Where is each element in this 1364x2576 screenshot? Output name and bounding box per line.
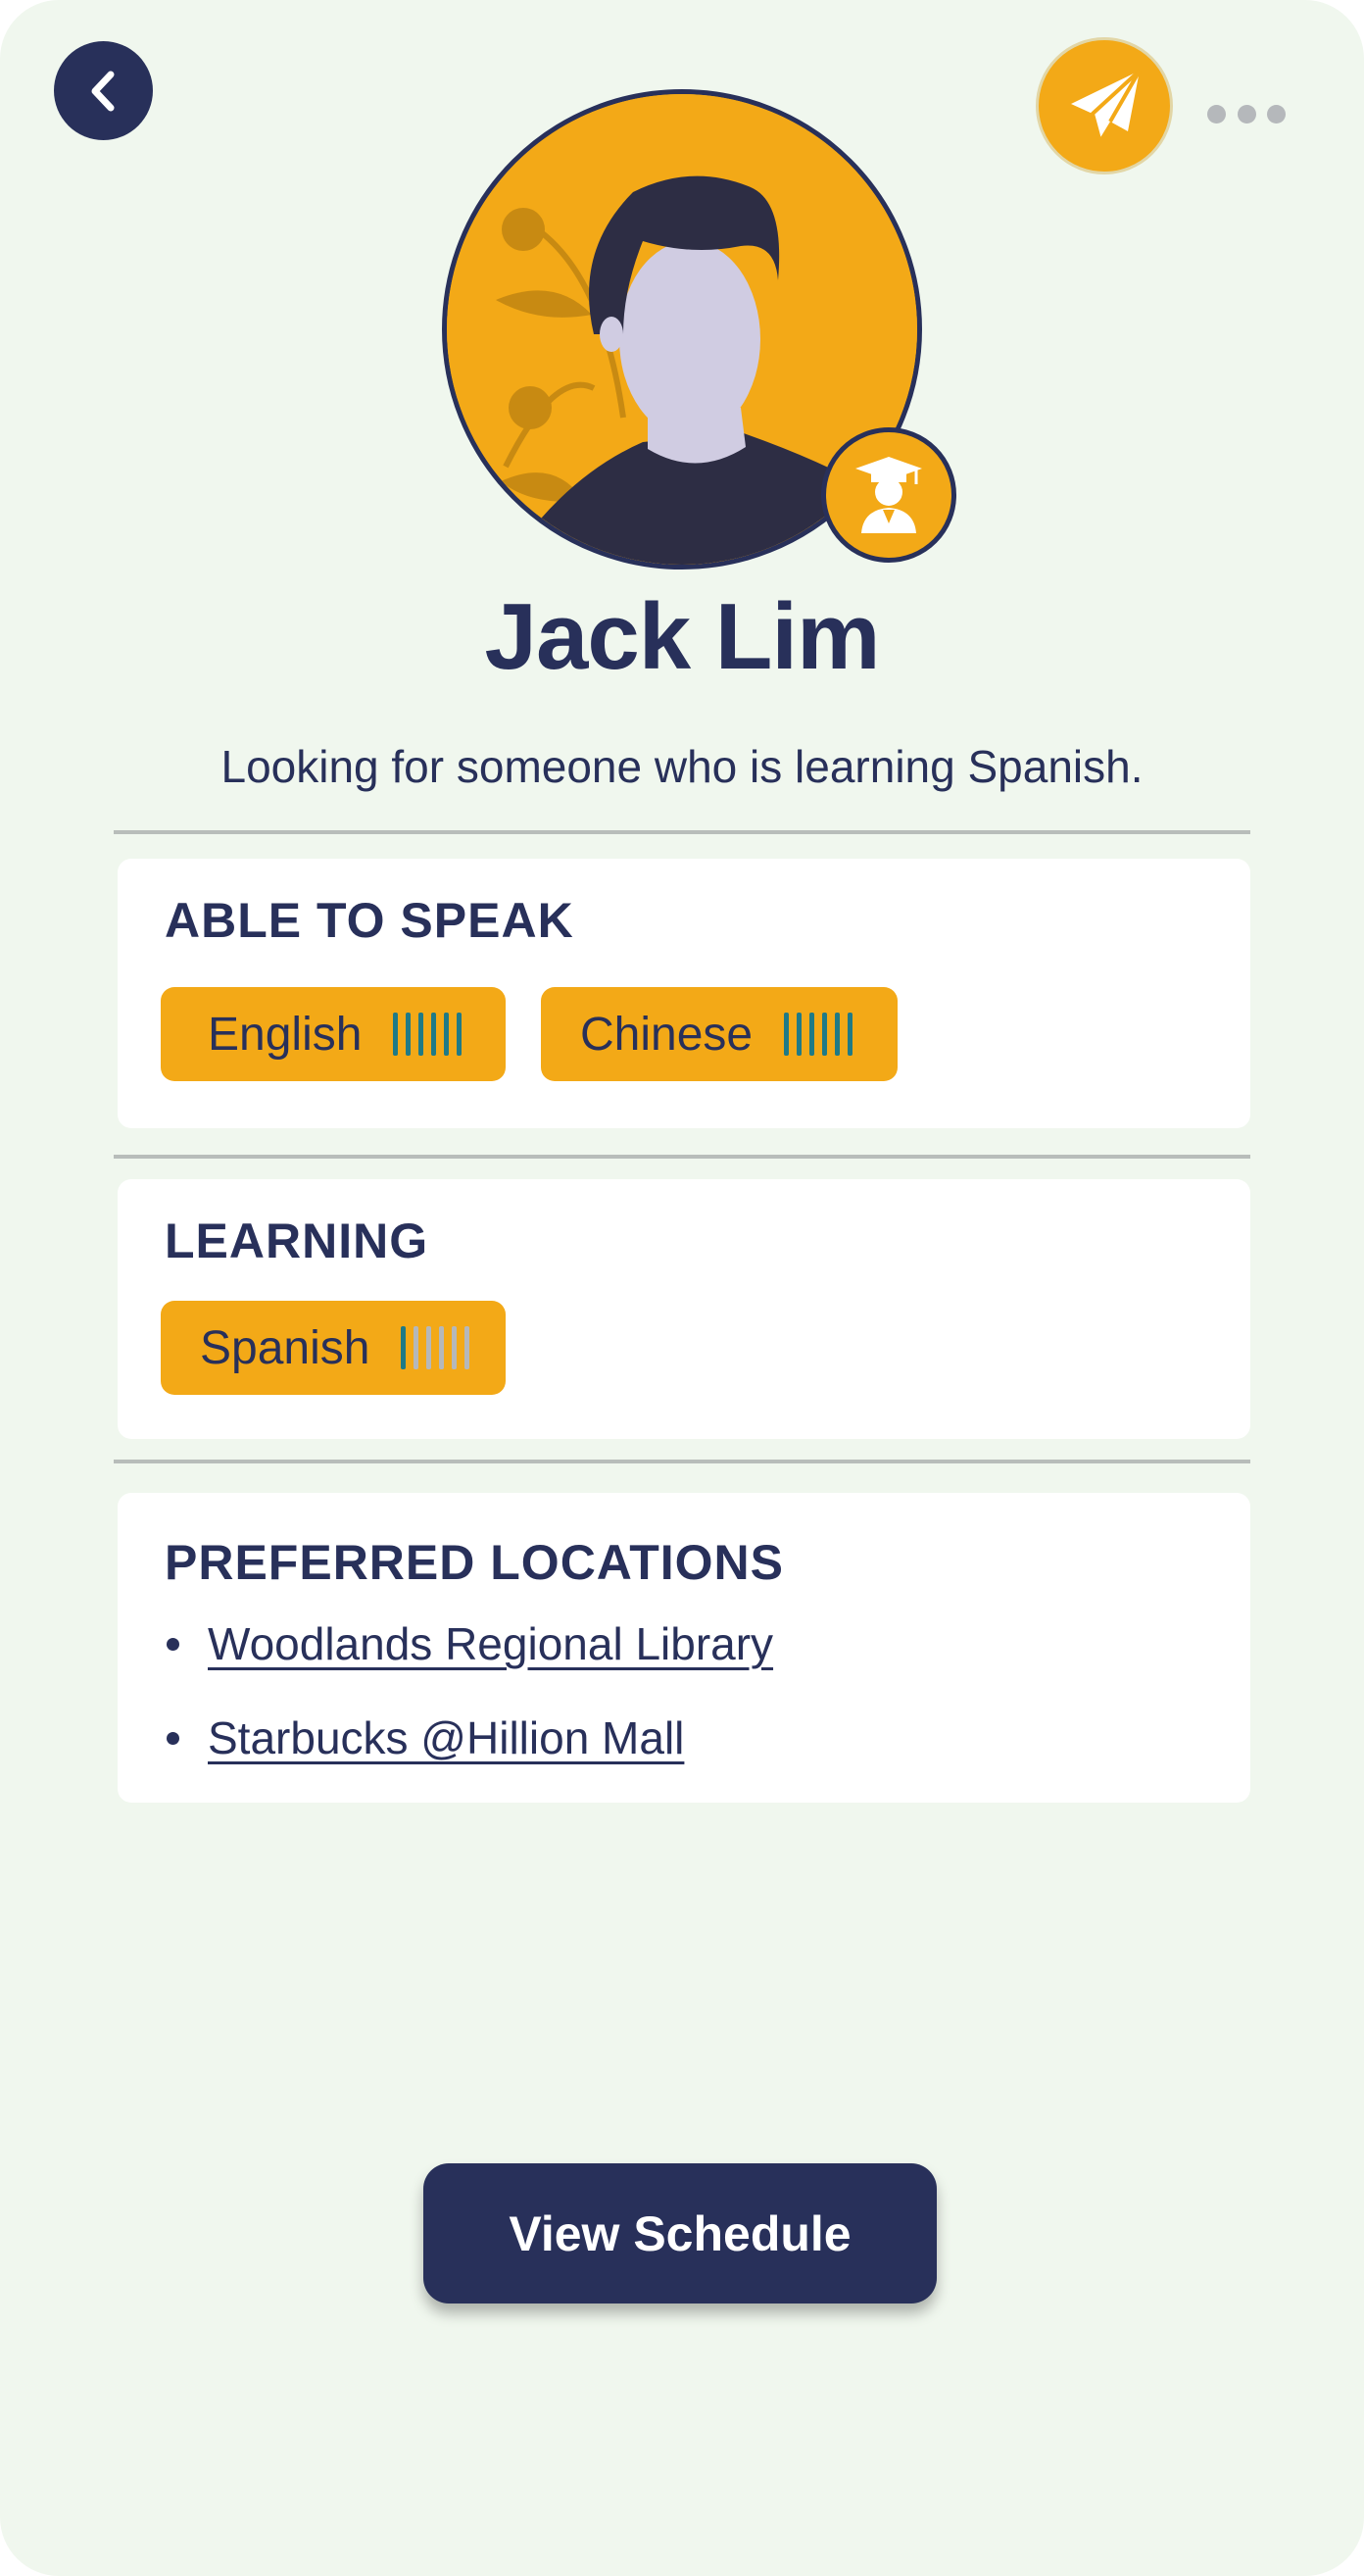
level-bar [809, 1013, 815, 1056]
level-bar [444, 1013, 450, 1056]
proficiency-level [393, 1013, 463, 1056]
language-chip-chinese[interactable]: Chinese [541, 987, 898, 1081]
view-schedule-button[interactable]: View Schedule [423, 2163, 937, 2304]
level-bar [835, 1013, 841, 1056]
level-bar [414, 1326, 419, 1369]
proficiency-level [401, 1326, 470, 1369]
location-link[interactable]: Starbucks @Hillion Mall [208, 1711, 684, 1764]
level-bar [439, 1326, 445, 1369]
divider [114, 1155, 1250, 1159]
paper-plane-icon [1071, 69, 1142, 140]
level-bar [452, 1326, 458, 1369]
chevron-left-icon [91, 71, 114, 111]
location-list: Woodlands Regional Library Starbucks @Hi… [165, 1597, 773, 1785]
level-bar [418, 1013, 424, 1056]
level-bar [401, 1326, 407, 1369]
language-chip-english[interactable]: English [161, 987, 506, 1081]
more-options-button[interactable] [1207, 98, 1286, 129]
level-bar [784, 1013, 790, 1056]
profile-screen: Jack Lim Looking for someone who is lear… [0, 0, 1364, 2576]
level-bar [822, 1013, 828, 1056]
avatar[interactable] [442, 89, 956, 570]
list-item: Woodlands Regional Library [165, 1597, 773, 1691]
language-name: Chinese [580, 1008, 754, 1061]
language-name: Spanish [200, 1321, 370, 1374]
list-item: Starbucks @Hillion Mall [165, 1691, 773, 1785]
level-bar [393, 1013, 399, 1056]
section-title: ABLE TO SPEAK [165, 893, 574, 948]
profile-name: Jack Lim [484, 584, 881, 689]
proficiency-level [784, 1013, 853, 1056]
language-chip-spanish[interactable]: Spanish [161, 1301, 506, 1395]
level-bar [431, 1013, 437, 1056]
section-title: PREFERRED LOCATIONS [165, 1535, 784, 1590]
level-bar [797, 1013, 803, 1056]
send-message-button[interactable] [1036, 37, 1173, 174]
level-bar [457, 1013, 463, 1056]
language-name: English [208, 1008, 363, 1061]
section-title: LEARNING [165, 1214, 429, 1268]
more-horizontal-icon [1207, 104, 1226, 124]
level-bar [426, 1326, 432, 1369]
divider [114, 1460, 1250, 1463]
location-link[interactable]: Woodlands Regional Library [208, 1617, 773, 1670]
graduate-icon [855, 457, 922, 533]
level-bar [848, 1013, 853, 1056]
back-button[interactable] [54, 41, 153, 140]
preferred-locations-card: PREFERRED LOCATIONS Woodlands Regional L… [118, 1493, 1250, 1803]
tutor-badge [821, 427, 956, 563]
level-bar [406, 1013, 412, 1056]
profile-bio: Looking for someone who is learning Span… [220, 741, 1144, 792]
level-bar [464, 1326, 470, 1369]
learning-card: LEARNING Spanish [118, 1179, 1250, 1439]
able-to-speak-card: ABLE TO SPEAK English Chinese [118, 859, 1250, 1128]
divider [114, 830, 1250, 834]
